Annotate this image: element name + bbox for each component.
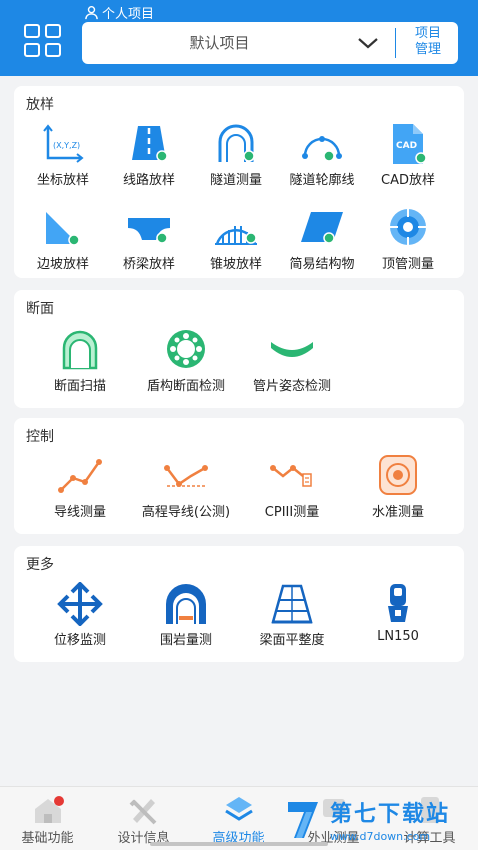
section-scan-item[interactable]: 断面扫描 — [30, 328, 130, 398]
cpiii-survey-item[interactable]: CPIII测量 — [242, 454, 342, 524]
ln150-device-icon — [388, 584, 408, 622]
item-label: 位移监测 — [53, 633, 106, 648]
personal-project-label: 个人项目 — [84, 3, 154, 22]
tunnel-section-icon — [62, 330, 98, 370]
cad-layout-item[interactable]: CAD CAD放样 — [358, 122, 458, 192]
beam-surface-icon — [271, 584, 313, 624]
rock-measure-item[interactable]: 围岩量测 — [136, 582, 236, 652]
item-label: 围岩量测 — [159, 633, 212, 648]
home-icon — [34, 796, 64, 823]
cone-slope-icon — [215, 226, 257, 245]
shield-ring-icon — [167, 330, 205, 368]
project-selector[interactable]: 默认项目 项目 管理 — [82, 22, 458, 64]
item-label: 导线测量 — [53, 505, 106, 520]
tunnel-rock-icon — [166, 584, 206, 624]
tab-label: 基础功能 — [21, 831, 74, 846]
beam-flatness-item[interactable]: 梁面平整度 — [242, 582, 342, 652]
watermark-logo-icon — [288, 802, 318, 838]
tunnel-icon — [218, 124, 255, 162]
tab-design-info[interactable]: 设计信息 — [96, 787, 191, 850]
grid-menu-icon[interactable] — [24, 24, 64, 60]
section-card: 断面 断面扫描 盾构断面检测 管片姿态检测 — [14, 290, 464, 408]
advanced-icon — [224, 797, 253, 821]
item-label: 盾构断面检测 — [146, 379, 225, 394]
road-icon — [132, 126, 168, 162]
shield-section-item[interactable]: 盾构断面检测 — [136, 328, 236, 398]
item-label: 顶管测量 — [381, 257, 434, 272]
watermark-url: www.d7down.com — [330, 830, 431, 843]
item-label: LN150 — [377, 629, 419, 644]
slope-icon — [46, 212, 80, 246]
ruler-pencil-icon — [129, 799, 156, 825]
pipe-jacking-icon — [390, 209, 426, 245]
elevation-line-icon — [164, 465, 208, 487]
pipe-jacking-item[interactable]: 顶管测量 — [358, 206, 458, 276]
ln150-item[interactable]: LN150 — [348, 582, 448, 652]
displacement-monitor-item[interactable]: 位移监测 — [30, 582, 130, 652]
top-header: 个人项目 默认项目 项目 管理 — [0, 0, 478, 76]
coordinate-axes-icon: (X,Y,Z) — [43, 124, 84, 163]
home-indicator[interactable] — [150, 842, 328, 846]
control-card: 控制 导线测量 高程导线(公测) CPIII测量 水准测量 — [14, 418, 464, 534]
cpiii-line-icon — [270, 465, 312, 487]
item-label: 高程导线(公测) — [141, 505, 231, 520]
tunnel-contour-icon — [302, 136, 342, 162]
project-select-value[interactable]: 默认项目 — [82, 22, 352, 64]
more-card: 更多 位移监测 围岩量测 梁面平整度 LN150 — [14, 546, 464, 662]
segment-posture-item[interactable]: 管片姿态检测 — [242, 328, 342, 398]
project-manage-button[interactable]: 项目 管理 — [400, 26, 456, 60]
bridge-icon — [128, 218, 170, 244]
section-section-title: 断面 — [26, 301, 54, 317]
item-label: CAD放样 — [381, 173, 435, 188]
level-instrument-icon — [379, 455, 417, 495]
segment-arc-icon — [271, 342, 313, 357]
item-label: 断面扫描 — [53, 379, 106, 394]
watermark-title: 第七下载站 — [330, 802, 451, 827]
project-manage-line2: 管理 — [414, 42, 441, 57]
layout-section-title: 放样 — [26, 97, 54, 113]
control-section-title: 控制 — [26, 429, 54, 445]
tab-basic-functions[interactable]: 基础功能 — [0, 787, 95, 850]
item-label: CPIII测量 — [264, 505, 320, 520]
svg-text:CAD: CAD — [396, 141, 417, 151]
person-icon — [85, 5, 98, 20]
more-section-title: 更多 — [26, 557, 54, 573]
move-arrows-icon — [57, 582, 103, 626]
svg-text:(X,Y,Z): (X,Y,Z) — [53, 141, 80, 150]
chevron-down-icon[interactable] — [356, 34, 380, 52]
item-label: 梁面平整度 — [259, 633, 325, 648]
elevation-traverse-item[interactable]: 高程导线(公测) — [136, 454, 236, 524]
cad-file-icon: CAD — [393, 124, 427, 164]
traverse-survey-item[interactable]: 导线测量 — [30, 454, 130, 524]
project-manage-line1: 项目 — [414, 26, 441, 41]
selector-divider — [395, 28, 396, 58]
personal-project-text: 个人项目 — [102, 7, 155, 22]
item-label: 管片姿态检测 — [252, 379, 331, 394]
traverse-line-icon — [58, 459, 102, 493]
leveling-survey-item[interactable]: 水准测量 — [348, 454, 448, 524]
structure-icon — [301, 212, 343, 244]
item-label: 水准测量 — [371, 505, 424, 520]
layout-card: 放样 (X,Y,Z) 坐标放样 线路放样 隧道测量 隧道轮廓线 CAD CAD放… — [14, 86, 464, 278]
